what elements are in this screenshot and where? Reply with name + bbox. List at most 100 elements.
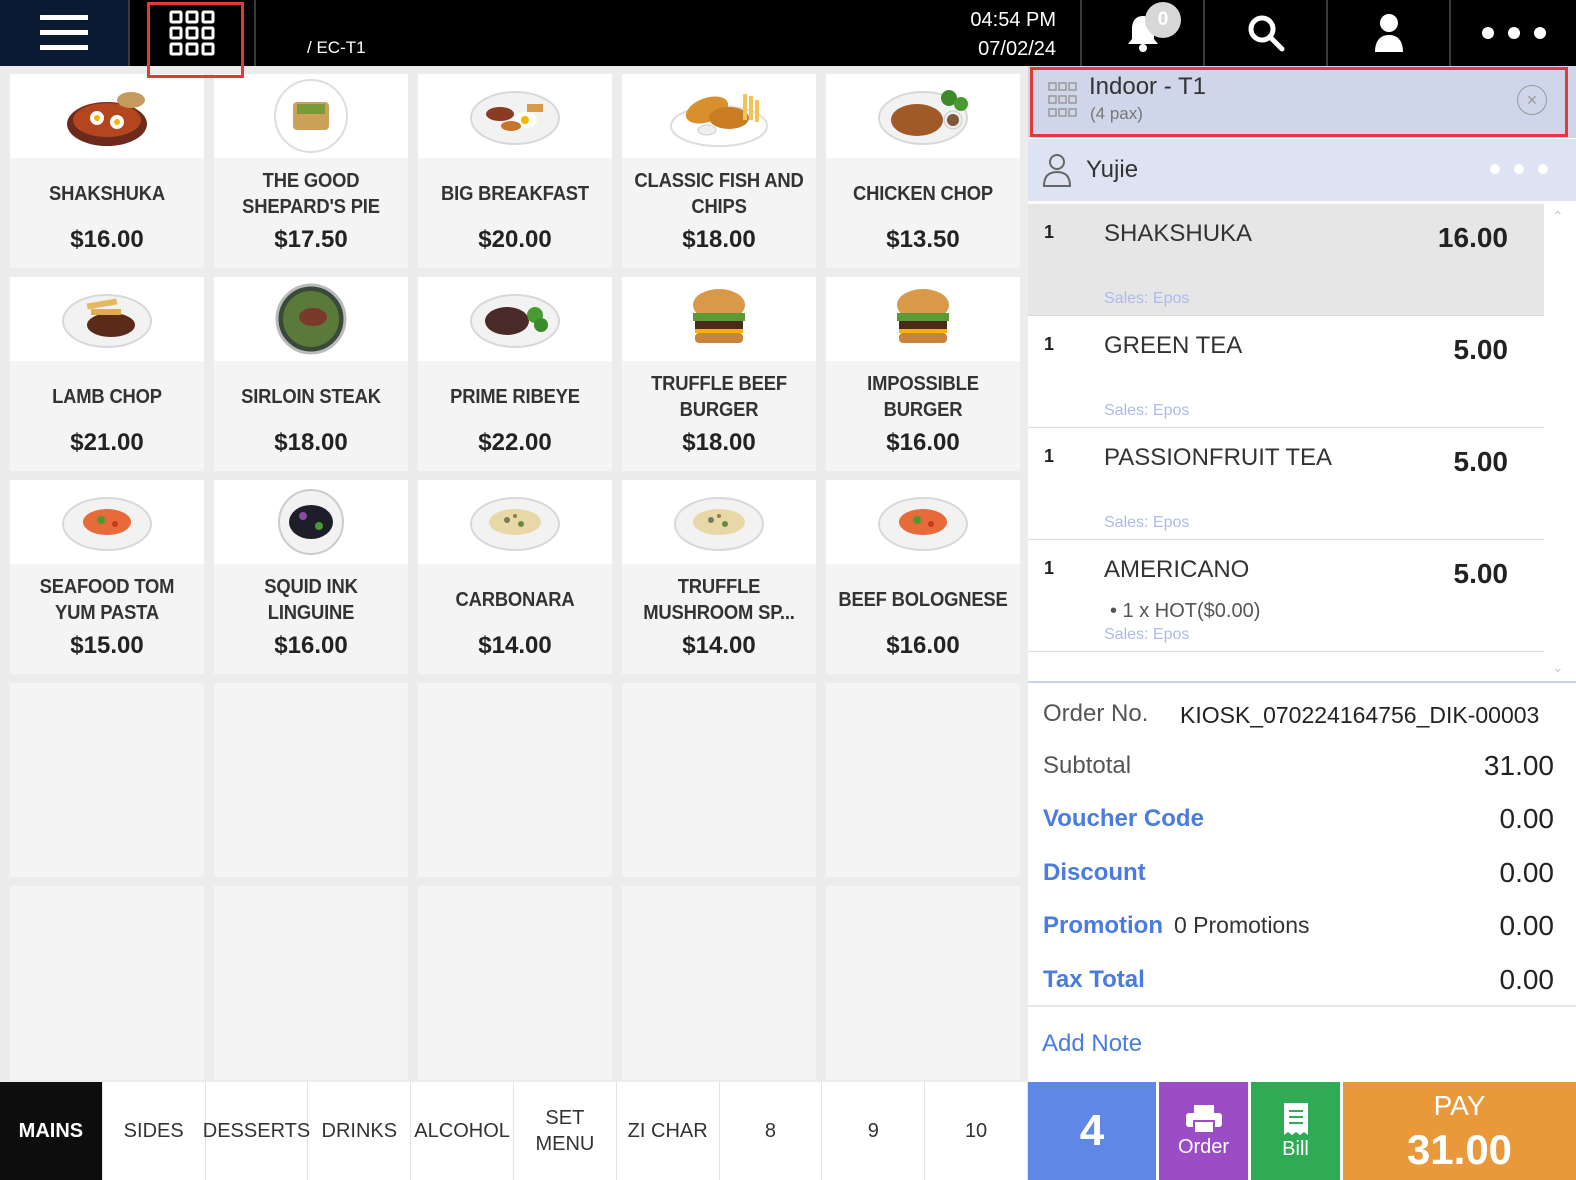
empty-product-slot[interactable] bbox=[418, 886, 612, 1080]
product-image bbox=[418, 277, 612, 361]
category-tab[interactable]: 9 bbox=[822, 1082, 926, 1180]
table-header[interactable]: Indoor - T1 (4 pax) × bbox=[1028, 66, 1576, 138]
print-bill-button[interactable]: Bill bbox=[1251, 1082, 1340, 1180]
product-tile[interactable]: BIG BREAKFAST $20.00 bbox=[418, 74, 612, 268]
notifications-button[interactable] bbox=[1082, 0, 1203, 66]
order-lines-scrollbar[interactable]: ⌃ ⌄ bbox=[1544, 204, 1576, 680]
seat-count-button[interactable]: 4 bbox=[1028, 1082, 1156, 1180]
product-tile[interactable]: SIRLOIN STEAK $18.00 bbox=[214, 277, 408, 471]
customer-bar[interactable]: Yujie bbox=[1028, 139, 1576, 201]
product-grid: SHAKSHUKA $16.00 THE GOOD SHEPARD'S PIE $17… bbox=[10, 74, 1020, 1080]
product-image bbox=[622, 480, 816, 564]
product-tile[interactable]: CHICKEN CHOP $13.50 bbox=[826, 74, 1020, 268]
empty-product-slot[interactable] bbox=[10, 886, 204, 1080]
order-line[interactable]: 1 AMERICANO 5.00 • 1 x HOT($0.00) Sales: Epo… bbox=[1028, 540, 1544, 652]
product-tile[interactable]: BEEF BOLOGNESE $16.00 bbox=[826, 480, 1020, 674]
product-tile[interactable]: PRIME RIBEYE $22.00 bbox=[418, 277, 612, 471]
line-modifier: • 1 x HOT($0.00) bbox=[1110, 600, 1261, 622]
product-image bbox=[214, 277, 408, 361]
product-tile[interactable]: CARBONARA $14.00 bbox=[418, 480, 612, 674]
product-tile[interactable]: IMPOSSIBLE BURGER $16.00 bbox=[826, 277, 1020, 471]
order-line[interactable]: 1 GREEN TEA 5.00 Sales: Epos bbox=[1028, 316, 1544, 428]
product-tile[interactable]: TRUFFLE BEEF BURGER $18.00 bbox=[622, 277, 816, 471]
clock-time: 04:54 PM bbox=[970, 9, 1056, 31]
product-tile[interactable]: SEAFOOD TOM YUM PASTA $15.00 bbox=[10, 480, 204, 674]
discount-link[interactable]: Discount bbox=[1043, 859, 1146, 887]
product-tile[interactable]: TRUFFLE MUSHROOM SP... $14.00 bbox=[622, 480, 816, 674]
menu-button[interactable] bbox=[0, 0, 128, 66]
voucher-code-link[interactable]: Voucher Code bbox=[1043, 805, 1204, 833]
more-menu-button[interactable] bbox=[1451, 0, 1576, 66]
promotion-link[interactable]: Promotion bbox=[1043, 912, 1163, 940]
tax-total-link[interactable]: Tax Total bbox=[1043, 966, 1145, 994]
customer-more-icon[interactable] bbox=[1490, 164, 1548, 174]
category-tab[interactable]: SIDES bbox=[103, 1082, 206, 1180]
promotion-row: Promotion 0 Promotions 0.00 bbox=[1043, 906, 1554, 946]
line-price: 5.00 bbox=[1453, 334, 1509, 365]
empty-product-slot[interactable] bbox=[622, 886, 816, 1080]
pos-app: / EC-T1 04:54 PM 07/02/24 0 SHAKSHUKA $1… bbox=[0, 0, 1576, 1180]
product-name: CARBONARA bbox=[455, 589, 575, 611]
product-image bbox=[214, 74, 408, 158]
table-layout-button[interactable] bbox=[130, 0, 254, 66]
product-price: $17.50 bbox=[274, 226, 348, 253]
empty-product-slot[interactable] bbox=[622, 683, 816, 877]
line-name: AMERICANO bbox=[1104, 556, 1250, 583]
order-no-row: Order No. KIOSK_070224164756_DIK-00003 bbox=[1043, 694, 1554, 734]
product-name: LAMB CHOP bbox=[52, 386, 162, 408]
send-order-button[interactable]: Order bbox=[1159, 1082, 1248, 1180]
line-qty: 1 bbox=[1044, 222, 1055, 242]
grid-icon bbox=[169, 10, 215, 56]
empty-product-slot[interactable] bbox=[826, 683, 1020, 877]
empty-product-slot[interactable] bbox=[418, 683, 612, 877]
category-tab[interactable]: DRINKS bbox=[308, 1082, 412, 1180]
product-image bbox=[10, 74, 204, 158]
table-name: Indoor - T1 bbox=[1089, 73, 1206, 100]
summary-divider bbox=[1028, 1005, 1576, 1007]
table-pax: (4 pax) bbox=[1090, 104, 1143, 123]
hamburger-icon bbox=[40, 15, 88, 50]
pay-button[interactable]: PAY 31.00 bbox=[1343, 1082, 1576, 1180]
line-sales-channel: Sales: Epos bbox=[1104, 626, 1190, 643]
product-tile[interactable]: THE GOOD SHEPARD'S PIE $17.50 bbox=[214, 74, 408, 268]
product-tile[interactable]: SQUID INK LINGUINE $16.00 bbox=[214, 480, 408, 674]
category-tab[interactable]: ALCOHOL bbox=[411, 1082, 514, 1180]
user-button[interactable] bbox=[1328, 0, 1449, 66]
product-name: THE GOOD SHEPARD'S PIE bbox=[242, 170, 380, 218]
scroll-down-icon[interactable]: ⌄ bbox=[1552, 659, 1564, 676]
empty-product-slot[interactable] bbox=[10, 683, 204, 877]
scroll-up-icon[interactable]: ⌃ bbox=[1552, 208, 1564, 225]
order-line[interactable]: 1 SHAKSHUKA 16.00 Sales: Epos bbox=[1028, 204, 1544, 316]
product-price: $16.00 bbox=[274, 632, 348, 659]
category-tab[interactable]: ZI CHAR bbox=[617, 1082, 720, 1180]
product-tile[interactable]: SHAKSHUKA $16.00 bbox=[10, 74, 204, 268]
category-tab[interactable]: 10 bbox=[925, 1082, 1028, 1180]
search-button[interactable] bbox=[1205, 0, 1326, 66]
category-tab[interactable]: DESSERTS bbox=[203, 1082, 310, 1180]
product-name: SQUID INK LINGUINE bbox=[264, 576, 358, 624]
category-tab[interactable]: 8 bbox=[720, 1082, 823, 1180]
printer-icon bbox=[1185, 1104, 1222, 1134]
more-icon bbox=[1481, 27, 1546, 39]
product-image bbox=[826, 74, 1020, 158]
product-name: BEEF BOLOGNESE bbox=[838, 589, 1008, 611]
order-line[interactable]: 1 PASSIONFRUIT TEA 5.00 Sales: Epos bbox=[1028, 428, 1544, 540]
product-tile[interactable]: CLASSIC FISH AND CHIPS $18.00 bbox=[622, 74, 816, 268]
add-note-link[interactable]: Add Note bbox=[1042, 1030, 1142, 1058]
product-image bbox=[214, 480, 408, 564]
empty-product-slot[interactable] bbox=[214, 683, 408, 877]
send-order-label: Order bbox=[1177, 1135, 1230, 1158]
empty-product-slot[interactable] bbox=[826, 886, 1020, 1080]
category-tab[interactable]: SET MENU bbox=[514, 1082, 617, 1180]
product-price: $21.00 bbox=[70, 429, 144, 456]
line-qty: 1 bbox=[1044, 446, 1055, 466]
product-tile[interactable]: LAMB CHOP $21.00 bbox=[10, 277, 204, 471]
product-name: CLASSIC FISH AND CHIPS bbox=[634, 170, 804, 218]
product-name: TRUFFLE MUSHROOM SP... bbox=[643, 576, 795, 624]
product-name: SEAFOOD TOM YUM PASTA bbox=[39, 576, 175, 624]
tax-row: Tax Total 0.00 bbox=[1043, 960, 1554, 1000]
empty-product-slot[interactable] bbox=[214, 886, 408, 1080]
close-table-button[interactable]: × bbox=[1517, 85, 1547, 115]
category-tab[interactable]: MAINS bbox=[0, 1082, 103, 1180]
subtotal-value: 31.00 bbox=[1483, 750, 1554, 781]
